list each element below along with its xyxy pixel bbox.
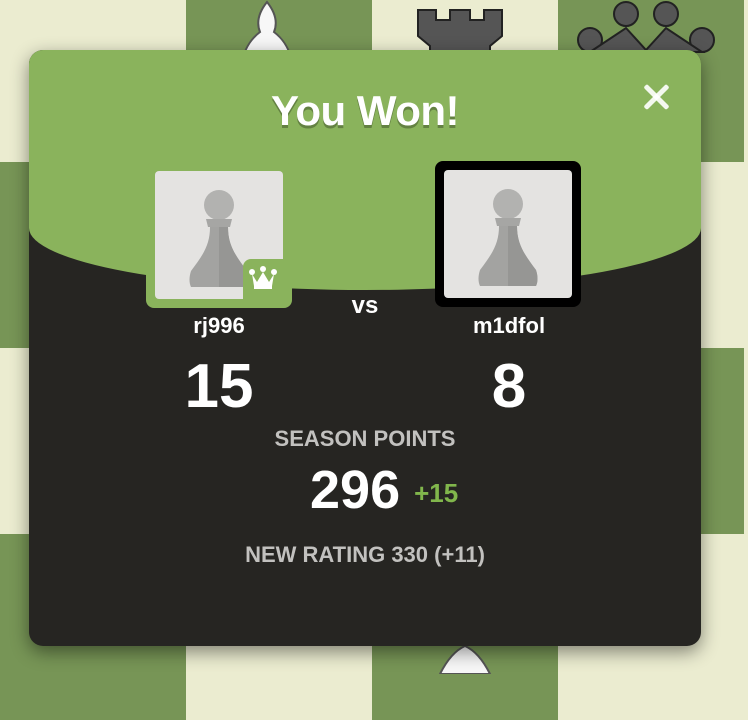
season-points-label: SEASON POINTS [274, 426, 456, 451]
opponent-username[interactable]: m1dfol [419, 313, 599, 339]
pawn-icon [478, 189, 538, 286]
modal-header-background [29, 50, 701, 290]
season-points-value: 296 [310, 460, 401, 520]
season-points-row: 296 +15 [310, 458, 458, 522]
game-over-modal: You Won! rj996 vs m1dfol 15 8 SEASON POI… [29, 50, 701, 646]
result-title: You Won! [270, 87, 460, 134]
opponent-avatar-image [444, 170, 572, 298]
piece-bottom-icon [438, 644, 492, 674]
new-rating-text: NEW RATING 330 (+11) [245, 542, 485, 567]
rook-piece-icon [417, 9, 503, 56]
vs-label: vs [351, 292, 379, 319]
winner-avatar[interactable] [146, 162, 292, 308]
opponent-avatar[interactable] [435, 161, 581, 307]
close-icon[interactable] [637, 78, 675, 116]
winner-score: 15 [184, 352, 254, 421]
crown-icon [243, 259, 283, 299]
season-points-delta: +15 [414, 477, 459, 508]
winner-username[interactable]: rj996 [129, 313, 309, 339]
opponent-score: 8 [491, 352, 527, 421]
